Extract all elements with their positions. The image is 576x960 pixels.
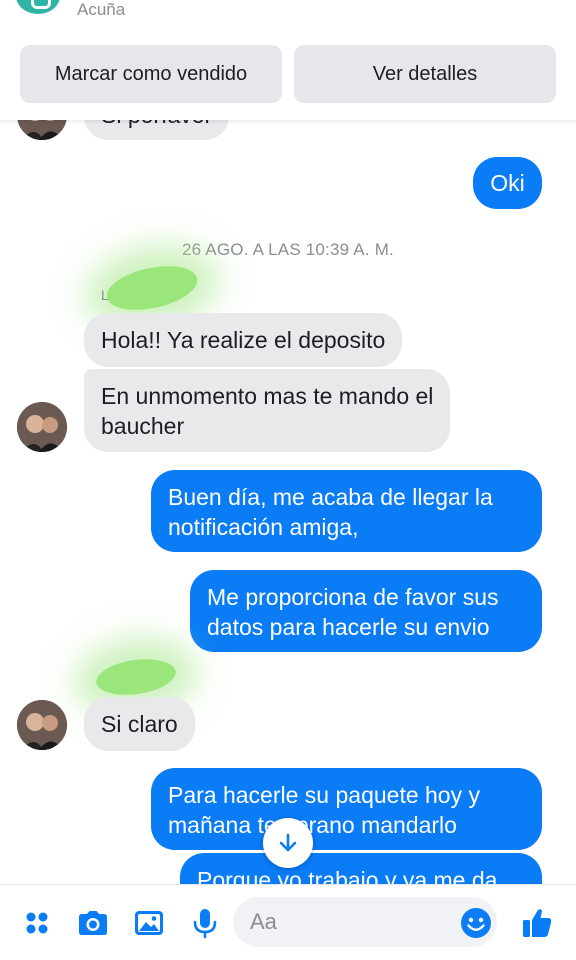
- message-bubble-incoming[interactable]: Si claro: [84, 697, 195, 751]
- message-bubble-incoming[interactable]: Hola!! Ya realize el deposito: [84, 313, 403, 367]
- message-bubble-outgoing[interactable]: Buen día, me acaba de llegar la notifica…: [151, 470, 542, 552]
- more-actions-button[interactable]: [19, 905, 55, 941]
- message-text: Si claro: [101, 711, 178, 737]
- redaction-mark: [94, 654, 178, 700]
- message-text-line: En unmomento mas te mando el: [101, 383, 434, 409]
- emoji-button[interactable]: [458, 905, 494, 941]
- contact-avatar[interactable]: [17, 402, 67, 452]
- message-text-line: datos para hacerle su envio: [207, 614, 490, 640]
- four-dots-icon: [26, 912, 48, 934]
- message-composer: Aa: [0, 884, 576, 960]
- gallery-button[interactable]: [131, 905, 167, 941]
- message-text: Porque yo trabajo y ya me da: [197, 867, 498, 884]
- message-text: Hola!! Ya realize el deposito: [101, 327, 386, 353]
- message-text-line: mañana temprano mandarlo: [168, 812, 457, 838]
- message-text-line: notificación amiga,: [168, 514, 359, 540]
- camera-icon: [79, 911, 107, 935]
- conversation[interactable]: Si porfavor Oki 26 AGO. A LAS 10:39 A. M…: [0, 0, 576, 884]
- message-input-placeholder: Aa: [250, 909, 277, 934]
- camera-button[interactable]: [75, 905, 111, 941]
- seller-name: Acuña: [77, 0, 126, 19]
- message-bubble-outgoing[interactable]: Porque yo trabajo y ya me da: [180, 853, 542, 884]
- contact-avatar[interactable]: [17, 700, 67, 750]
- mark-as-sold-button[interactable]: Marcar como vendido: [20, 45, 282, 103]
- message-timestamp: 26 AGO. A LAS 10:39 A. M.: [182, 240, 394, 259]
- arrow-down-icon: [279, 833, 297, 852]
- thumbs-up-icon: [523, 909, 552, 937]
- message-text-line: baucher: [101, 413, 185, 439]
- voice-message-button[interactable]: [187, 905, 223, 941]
- message-text-line: Para hacerle su paquete hoy y: [168, 782, 480, 808]
- emoji-icon: [461, 908, 491, 938]
- message-bubble-outgoing[interactable]: Oki: [473, 157, 542, 209]
- sender-name: L: [101, 287, 109, 303]
- microphone-icon: [193, 909, 217, 939]
- message-text-line: Buen día, me acaba de llegar la: [168, 484, 493, 510]
- message-bubble-outgoing[interactable]: Para hacerle su paquete hoy y mañana tem…: [151, 768, 542, 850]
- scroll-to-bottom-button[interactable]: [263, 818, 313, 868]
- message-text: Oki: [490, 170, 525, 196]
- image-icon: [135, 911, 163, 935]
- like-button[interactable]: [519, 905, 555, 941]
- redaction-mark: [102, 258, 202, 318]
- marketplace-header: Acuña Marcar como vendido Ver detalles: [0, 0, 576, 120]
- view-details-button[interactable]: Ver detalles: [294, 45, 556, 103]
- listing-icon: [16, 0, 60, 14]
- message-bubble-outgoing[interactable]: Me proporciona de favor sus datos para h…: [190, 570, 542, 652]
- message-text-line: Me proporciona de favor sus: [207, 584, 499, 610]
- message-bubble-incoming[interactable]: En unmomento mas te mando el baucher: [84, 369, 451, 452]
